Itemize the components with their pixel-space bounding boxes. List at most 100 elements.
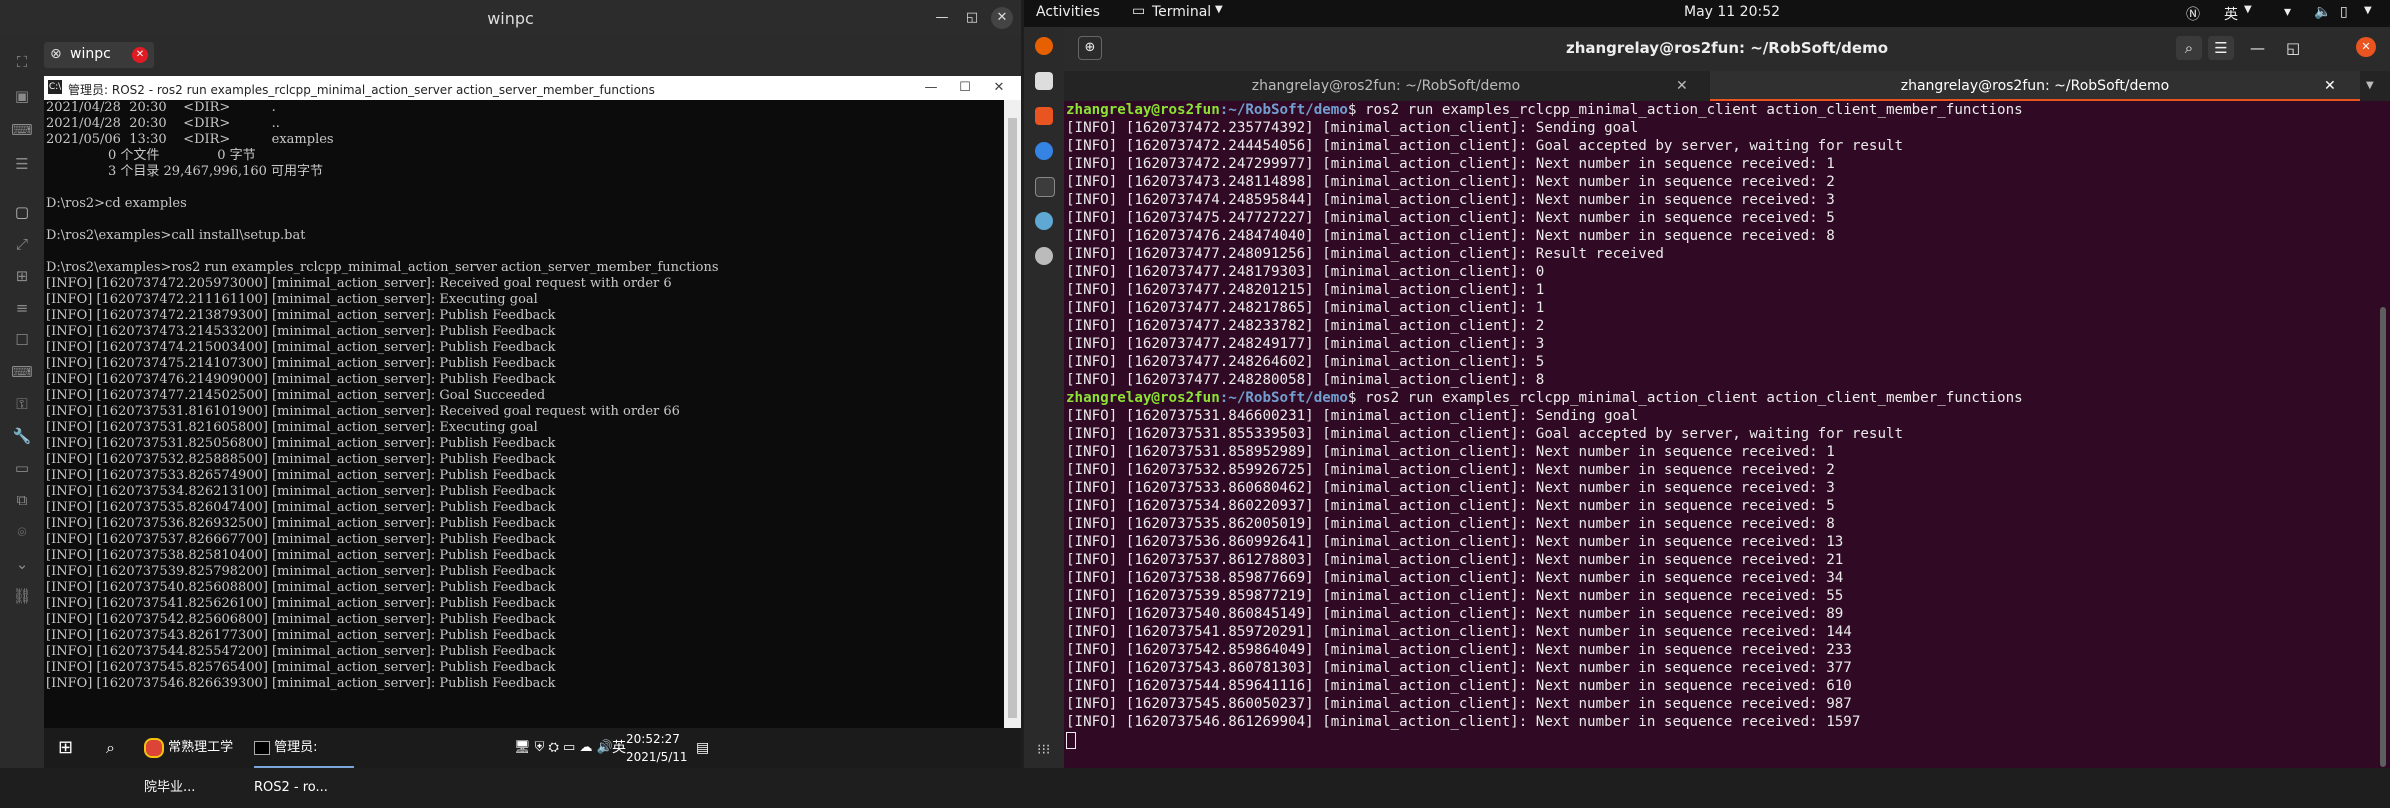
cmd-line: [INFO] [1620737537.826667700] [minimal_a… bbox=[46, 532, 556, 547]
search-icon[interactable]: ⌕ bbox=[2176, 36, 2202, 60]
view-icon[interactable]: ☐ bbox=[11, 329, 33, 351]
cmd-scrollbar[interactable] bbox=[1004, 100, 1021, 728]
copy-icon[interactable]: ⧉ bbox=[11, 489, 33, 511]
minimize-icon[interactable]: — bbox=[931, 7, 953, 29]
maximize-icon[interactable]: ◱ bbox=[2286, 39, 2300, 57]
taskbar-date[interactable]: 2021/5/11 bbox=[626, 748, 688, 766]
chevron-down-icon[interactable]: ⌄ bbox=[11, 553, 33, 575]
display-icon[interactable]: ▢ bbox=[11, 201, 33, 223]
tab-terminal-1[interactable]: zhangrelay@ros2fun: ~/RobSoft/demo ✕ bbox=[1064, 71, 1708, 101]
cmd-output[interactable]: 2021/04/28 20:30 <DIR> . 2021/04/28 20:30… bbox=[44, 100, 1006, 728]
terminal-line: [INFO] [1620737477.248264602] [minimal_a… bbox=[1066, 354, 1545, 370]
clock[interactable]: May 11 20:52 bbox=[1684, 4, 1780, 20]
close-icon[interactable]: ✕ bbox=[132, 47, 148, 63]
app-menu[interactable]: Terminal bbox=[1152, 4, 1211, 20]
tab-label: zhangrelay@ros2fun: ~/RobSoft/demo bbox=[1900, 78, 2170, 94]
terminal-line: [INFO] [1620737539.859877219] [minimal_a… bbox=[1066, 588, 1844, 604]
keyboard-grab-icon[interactable]: ⌨ bbox=[11, 119, 33, 141]
tabs-menu-icon[interactable]: ▼ bbox=[2366, 71, 2374, 101]
cmd-line: [INFO] [1620737473.214533200] [minimal_a… bbox=[46, 324, 556, 339]
hamburger-menu-icon[interactable]: ☰ bbox=[2208, 36, 2234, 60]
chevron-down-icon[interactable]: ▼ bbox=[2364, 5, 2372, 16]
terminal-scrollbar[interactable] bbox=[2380, 307, 2386, 767]
remote-viewer-tabbar: ⊗ winpc ✕ bbox=[44, 36, 1021, 70]
cmd-window[interactable]: C:\ 管理员: ROS2 - ros2 run examples_rclcpp… bbox=[44, 76, 1021, 728]
cmd-line: D:\ros2\examples>ros2 run examples_rclcp… bbox=[46, 260, 719, 275]
wrench-icon[interactable]: 🔧 bbox=[11, 425, 33, 447]
terminal-output[interactable]: zhangrelay@ros2fun:~/RobSoft/demo$ ros2 … bbox=[1064, 101, 2376, 768]
cmd-line: [INFO] [1620737531.821605800] [minimal_a… bbox=[46, 420, 538, 435]
windows-taskbar: ⊞ ⌕ 常熟理工学院毕业... 管理员: ROS2 - ro... 🖥 ⛨ ⛭ … bbox=[44, 728, 1021, 795]
terminal-line: [INFO] [1620737477.248233782] [minimal_a… bbox=[1066, 318, 1545, 334]
terminal-line: [INFO] [1620737472.244454056] [minimal_a… bbox=[1066, 138, 1904, 154]
files-icon[interactable] bbox=[1035, 72, 1053, 90]
terminal-icon[interactable] bbox=[1035, 177, 1055, 197]
terminal-line: [INFO] [1620737476.248474040] [minimal_a… bbox=[1066, 228, 1835, 244]
ime-indicator[interactable]: 英 bbox=[612, 728, 626, 768]
maximize-icon[interactable]: ☐ bbox=[950, 79, 980, 97]
keys-icon[interactable]: ⚿ bbox=[11, 393, 33, 415]
restore-icon[interactable]: ◱ bbox=[961, 7, 983, 29]
disc-icon[interactable] bbox=[1035, 247, 1053, 265]
screenshot-icon[interactable]: ⌾ bbox=[11, 521, 33, 543]
cmd-line: D:\ros2\examples>call install\setup.bat bbox=[46, 228, 306, 243]
activities-button[interactable]: Activities bbox=[1036, 4, 1100, 20]
terminal-line: [INFO] [1620737537.861278803] [minimal_a… bbox=[1066, 552, 1844, 568]
ime-indicator[interactable]: 英 bbox=[2224, 4, 2238, 24]
terminal-headerbar: ⊕ zhangrelay@ros2fun: ~/RobSoft/demo ⌕ ☰… bbox=[1064, 27, 2390, 71]
chevron-down-icon: ▼ bbox=[1215, 4, 1223, 15]
fit-window-icon[interactable]: ▣ bbox=[11, 85, 33, 107]
minimize-icon[interactable]: — bbox=[2250, 39, 2265, 57]
cmd-scrollbar-thumb[interactable] bbox=[1008, 118, 1017, 718]
terminal-line: [INFO] [1620737477.248217865] [minimal_a… bbox=[1066, 300, 1545, 316]
taskbar-cmd[interactable]: 管理员: ROS2 - ro... bbox=[254, 728, 354, 795]
prompt-path: :~/RobSoft/demo bbox=[1219, 390, 1348, 406]
show-apps-icon[interactable]: ⁝⁝⁝ bbox=[1037, 742, 1050, 758]
cmd-line: [INFO] [1620737477.214502500] [minimal_a… bbox=[46, 388, 546, 403]
gnome-terminal-window[interactable]: ⊕ zhangrelay@ros2fun: ~/RobSoft/demo ⌕ ☰… bbox=[1064, 27, 2390, 768]
menu-icon[interactable]: ≡ bbox=[11, 297, 33, 319]
cmd-line: [INFO] [1620737531.825056800] [minimal_a… bbox=[46, 436, 556, 451]
fullscreen-icon[interactable]: ⛶ bbox=[11, 51, 33, 73]
cmd-line bbox=[46, 212, 1006, 228]
help-icon[interactable] bbox=[1035, 142, 1053, 160]
terminal-icon[interactable]: ▭ bbox=[11, 457, 33, 479]
scale-icon[interactable]: ⤢ bbox=[11, 233, 33, 255]
tab-terminal-2[interactable]: zhangrelay@ros2fun: ~/RobSoft/demo ✕ bbox=[1710, 71, 2360, 101]
zoom-icon[interactable]: ⊞ bbox=[11, 265, 33, 287]
software-icon[interactable] bbox=[1035, 107, 1053, 125]
close-icon[interactable]: ✕ bbox=[2356, 37, 2376, 57]
windows-start-icon[interactable]: ⊞ bbox=[58, 728, 73, 768]
taskbar-time[interactable]: 20:52:27 bbox=[626, 730, 680, 748]
do-not-disturb-icon[interactable]: Ⓝ bbox=[2186, 4, 2200, 24]
search-icon[interactable]: ⌕ bbox=[106, 728, 115, 768]
wifi-icon[interactable]: ▾ bbox=[2284, 4, 2291, 20]
list-icon[interactable]: ☰ bbox=[11, 153, 33, 175]
taskbar-chrome[interactable]: 常熟理工学院毕业... bbox=[144, 728, 244, 795]
cmd-icon: C:\ bbox=[48, 80, 62, 94]
cmd-line: [INFO] [1620737534.826213100] [minimal_a… bbox=[46, 484, 556, 499]
terminal-line: [INFO] [1620737533.860680462] [minimal_a… bbox=[1066, 480, 1835, 496]
remote-viewer-title: winpc bbox=[487, 9, 534, 28]
close-icon[interactable]: ✕ bbox=[984, 79, 1014, 97]
tab-label: zhangrelay@ros2fun: ~/RobSoft/demo bbox=[1251, 78, 1521, 94]
cmd-title: 管理员: ROS2 - ros2 run examples_rclcpp_min… bbox=[68, 83, 655, 97]
cmd-line: [INFO] [1620737531.816101900] [minimal_a… bbox=[46, 404, 680, 419]
firefox-icon[interactable] bbox=[1035, 37, 1053, 55]
tab-winpc[interactable]: ⊗ winpc ✕ bbox=[44, 42, 154, 68]
disconnect-icon[interactable]: ⛓ bbox=[11, 585, 33, 607]
cmd-line: [INFO] [1620737472.211161100] [minimal_a… bbox=[46, 292, 538, 307]
minimize-icon[interactable]: — bbox=[916, 79, 946, 97]
close-icon[interactable]: ✕ bbox=[991, 7, 1013, 29]
cmd-line: [INFO] [1620737535.826047400] [minimal_a… bbox=[46, 500, 556, 515]
keyboard-icon[interactable]: ⌨ bbox=[11, 361, 33, 383]
terminal-line: [INFO] [1620737472.235774392] [minimal_a… bbox=[1066, 120, 1639, 136]
close-icon[interactable]: ✕ bbox=[2324, 71, 2336, 101]
battery-icon[interactable]: ▯ bbox=[2340, 4, 2348, 20]
close-icon[interactable]: ✕ bbox=[1676, 71, 1688, 101]
notification-icon[interactable]: ▤ bbox=[696, 728, 709, 768]
volume-icon[interactable]: 🔈 bbox=[2314, 4, 2331, 20]
terminal-tabbar: zhangrelay@ros2fun: ~/RobSoft/demo ✕ zha… bbox=[1064, 71, 2390, 101]
tray-icons[interactable]: 🖥 ⛨ ⛭ ▭ ☁ 🔊 bbox=[514, 728, 613, 768]
settings-icon[interactable] bbox=[1035, 212, 1053, 230]
